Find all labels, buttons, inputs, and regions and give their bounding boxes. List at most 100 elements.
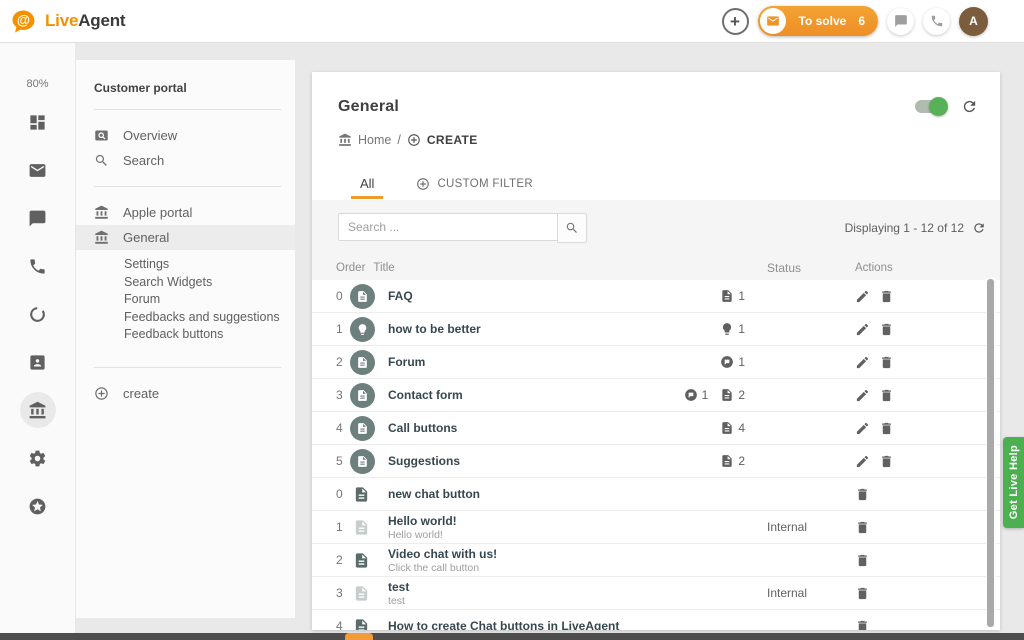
breadcrumb-separator: / [397, 133, 400, 147]
rail-chats-button[interactable] [20, 200, 56, 236]
row-order: 5 [336, 454, 350, 468]
row-title: Forum [388, 355, 635, 369]
calls-button[interactable] [923, 8, 950, 35]
bank-icon [94, 230, 109, 245]
row-order: 4 [336, 619, 350, 630]
sidebar-subitem-feedbacks[interactable]: Feedbacks and suggestions [124, 309, 295, 327]
sidebar-item-general[interactable]: General [76, 225, 295, 250]
rail-automation-button[interactable] [20, 296, 56, 332]
at-bubble-icon: @ [9, 8, 38, 35]
chats-button[interactable] [887, 8, 914, 35]
rail-customers-button[interactable] [20, 344, 56, 380]
article-icon [353, 551, 370, 570]
sidebar-item-overview[interactable]: Overview [76, 123, 295, 148]
bank-icon [94, 205, 109, 220]
refresh-button[interactable] [961, 98, 978, 115]
edit-icon[interactable] [855, 322, 870, 337]
refresh-icon[interactable] [972, 221, 986, 235]
edit-icon[interactable] [855, 421, 870, 436]
rail-portal-button[interactable] [20, 392, 56, 428]
table-row[interactable]: 2 Forum 1 [312, 346, 1000, 379]
row-title: Call buttons [388, 421, 635, 435]
edit-icon[interactable] [855, 355, 870, 370]
edit-icon[interactable] [855, 388, 870, 403]
delete-icon[interactable] [879, 421, 894, 436]
row-order: 1 [336, 520, 350, 534]
row-order: 4 [336, 421, 350, 435]
article-icon [353, 617, 370, 631]
row-order: 3 [336, 388, 350, 402]
rail-gamification-button[interactable] [20, 488, 56, 524]
table-row[interactable]: 4 Call buttons 4 [312, 412, 1000, 445]
row-status: Internal [745, 586, 845, 600]
breadcrumb-home[interactable]: Home [358, 133, 391, 147]
rail-tickets-button[interactable] [20, 152, 56, 188]
sidebar-subitem-search-widgets[interactable]: Search Widgets [124, 274, 295, 292]
sidebar-item-search[interactable]: Search [76, 148, 295, 173]
star-circle-icon [28, 497, 47, 516]
row-title: Hello world! [388, 514, 635, 528]
sidebar-subitem-forum[interactable]: Forum [124, 291, 295, 309]
article-icon [720, 388, 734, 402]
breadcrumb: Home / CREATE [338, 133, 974, 147]
delete-icon[interactable] [855, 586, 870, 601]
rail-dashboard-button[interactable] [20, 104, 56, 140]
table-row[interactable]: 0 FAQ 1 [312, 280, 1000, 313]
sidebar-item-create[interactable]: create [76, 381, 295, 406]
row-title: how to be better [388, 322, 635, 336]
chat-icon [894, 14, 908, 28]
delete-icon[interactable] [855, 487, 870, 502]
table-row[interactable]: 0 new chat button [312, 478, 1000, 511]
entries-badge: 1 [720, 322, 745, 336]
rail-settings-button[interactable] [20, 440, 56, 476]
get-live-help-button[interactable]: Get Live Help [1003, 437, 1024, 528]
delete-icon[interactable] [879, 388, 894, 403]
delete-icon[interactable] [879, 454, 894, 469]
sidebar-item-apple-portal[interactable]: Apple portal [76, 200, 295, 225]
tab-all[interactable]: All [346, 168, 388, 199]
edit-icon[interactable] [855, 454, 870, 469]
search-icon [565, 221, 579, 235]
delete-icon[interactable] [855, 553, 870, 568]
table-row[interactable]: 2 Video chat with us! Click the call but… [312, 544, 1000, 577]
sidebar-subitem-settings[interactable]: Settings [124, 256, 295, 274]
add-circle-icon [407, 133, 421, 147]
row-title: Suggestions [388, 454, 635, 468]
scrollbar-thumb[interactable] [987, 279, 994, 627]
table-row[interactable]: 3 test test Internal [312, 577, 1000, 610]
add-new-button[interactable]: + [722, 8, 749, 35]
liveagent-logo[interactable]: @ LiveAgent [9, 8, 125, 35]
table-row[interactable]: 5 Suggestions 2 [312, 445, 1000, 478]
rail-calls-button[interactable] [20, 248, 56, 284]
bank-icon [28, 401, 47, 420]
entries-badge: 2 [720, 454, 745, 468]
sidebar-title: Customer portal [76, 60, 295, 109]
table-row[interactable]: 1 how to be better 1 [312, 313, 1000, 346]
overview-icon [94, 128, 109, 143]
edit-icon[interactable] [855, 289, 870, 304]
delete-icon[interactable] [855, 619, 870, 631]
search-submit-button[interactable] [557, 213, 587, 243]
portal-enabled-toggle[interactable] [915, 100, 945, 113]
table-row[interactable]: 3 Contact form 1 2 [312, 379, 1000, 412]
delete-icon[interactable] [855, 520, 870, 535]
table-row[interactable]: 1 Hello world! Hello world! Internal [312, 511, 1000, 544]
delete-icon[interactable] [879, 289, 894, 304]
main-panel: General Home / CREATE All CUSTOM FILTER [312, 72, 1000, 630]
user-avatar[interactable]: A [959, 7, 988, 36]
breadcrumb-create-button[interactable]: CREATE [427, 133, 478, 147]
row-title: Video chat with us! [388, 547, 635, 561]
row-subtitle: Hello world! [388, 529, 635, 541]
article-icon [720, 454, 734, 468]
tab-custom-filter[interactable]: CUSTOM FILTER [402, 168, 546, 199]
logo-text: LiveAgent [45, 11, 125, 31]
row-order: 2 [336, 553, 350, 567]
article-icon [350, 284, 375, 309]
delete-icon[interactable] [879, 355, 894, 370]
row-status: Internal [745, 520, 845, 534]
delete-icon[interactable] [879, 322, 894, 337]
table-row[interactable]: 4 How to create Chat buttons in LiveAgen… [312, 610, 1000, 630]
search-input[interactable] [338, 213, 557, 241]
to-solve-button[interactable]: To solve 6 [758, 6, 878, 36]
sidebar-subitem-feedback-buttons[interactable]: Feedback buttons [124, 326, 295, 344]
